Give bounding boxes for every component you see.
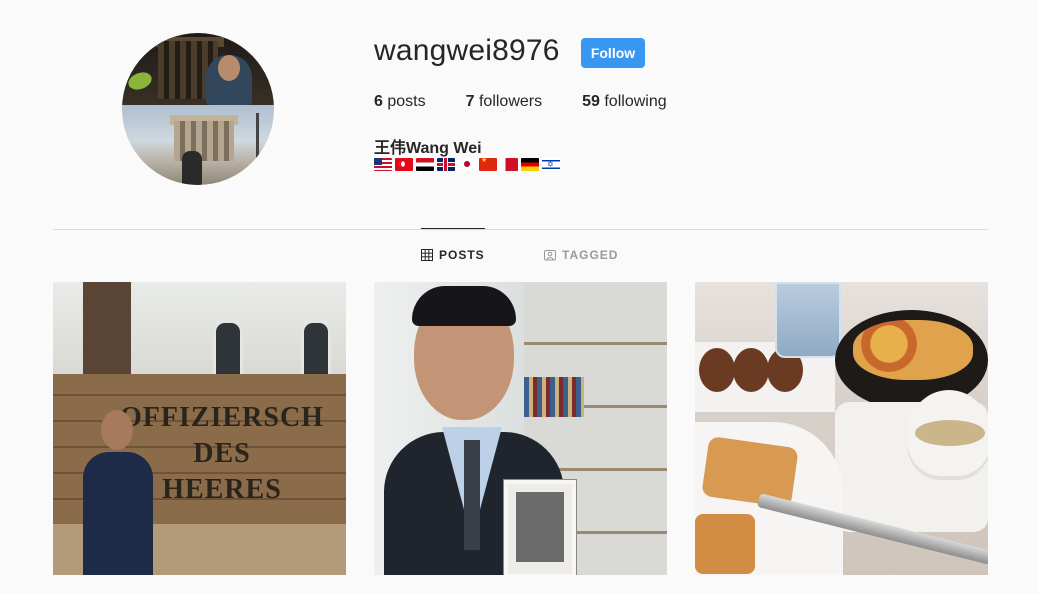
japan-flag-icon — [458, 158, 476, 171]
profile-stats: 6 posts 7 followers 59 following — [374, 93, 707, 111]
profile-avatar[interactable] — [122, 33, 274, 185]
post-thumbnail-2[interactable] — [374, 282, 667, 575]
following-stat[interactable]: 59 following — [582, 93, 667, 111]
man-head — [101, 410, 133, 450]
pizza-slice — [701, 436, 799, 508]
avatar-top-photo — [122, 33, 274, 105]
tie — [464, 440, 480, 550]
germany-flag-icon — [521, 158, 539, 171]
avatar-bottom-photo — [122, 105, 274, 185]
post-thumbnail-3[interactable] — [695, 282, 988, 575]
brick-column — [83, 282, 131, 377]
framed-photo — [504, 480, 576, 575]
profile-username: wangwei8976 — [374, 34, 560, 67]
following-count: 59 — [582, 93, 600, 110]
man-figure — [83, 452, 153, 575]
tabs-divider — [53, 229, 988, 230]
window — [301, 320, 331, 378]
posts-count: 6 — [374, 93, 383, 110]
followers-label: followers — [478, 93, 543, 110]
active-tab-indicator — [421, 228, 485, 229]
post-thumbnail-1[interactable]: OFFIZIERSCH DES HEERES — [53, 282, 346, 575]
bahrain-flag-icon — [500, 158, 518, 171]
chicken-wing — [733, 348, 769, 392]
tab-tagged-label: TAGGED — [562, 248, 619, 262]
hair — [412, 286, 516, 326]
egypt-flag-icon — [416, 158, 434, 171]
turkey-flag-icon — [395, 158, 413, 171]
tab-posts-label: POSTS — [439, 248, 485, 262]
tab-tagged[interactable]: TAGGED — [544, 248, 618, 262]
water-glass — [775, 282, 841, 358]
israel-flag-icon — [542, 158, 560, 171]
window — [213, 320, 243, 378]
posts-label: posts — [387, 93, 426, 110]
following-label: following — [604, 93, 667, 110]
us-flag-icon — [374, 158, 392, 171]
uk-flag-icon — [437, 158, 455, 171]
soup — [915, 420, 985, 446]
followers-stat[interactable]: 7 followers — [466, 93, 543, 111]
grid-icon — [421, 249, 433, 261]
pizza-slice — [695, 514, 755, 574]
china-flag-icon — [479, 158, 497, 171]
tag-icon — [544, 250, 556, 261]
pizza — [853, 320, 973, 380]
followers-count: 7 — [465, 93, 475, 110]
profile-full-name: 王伟Wang Wei — [374, 140, 482, 157]
chicken-wing — [699, 348, 735, 392]
follow-button[interactable]: Follow — [581, 38, 645, 68]
bio-flags — [374, 158, 560, 171]
books — [524, 377, 584, 417]
tab-posts[interactable]: POSTS — [421, 248, 485, 262]
posts-count-stat: 6 posts — [374, 93, 426, 111]
sign-line-1: OFFIZIERSCH — [120, 402, 324, 433]
